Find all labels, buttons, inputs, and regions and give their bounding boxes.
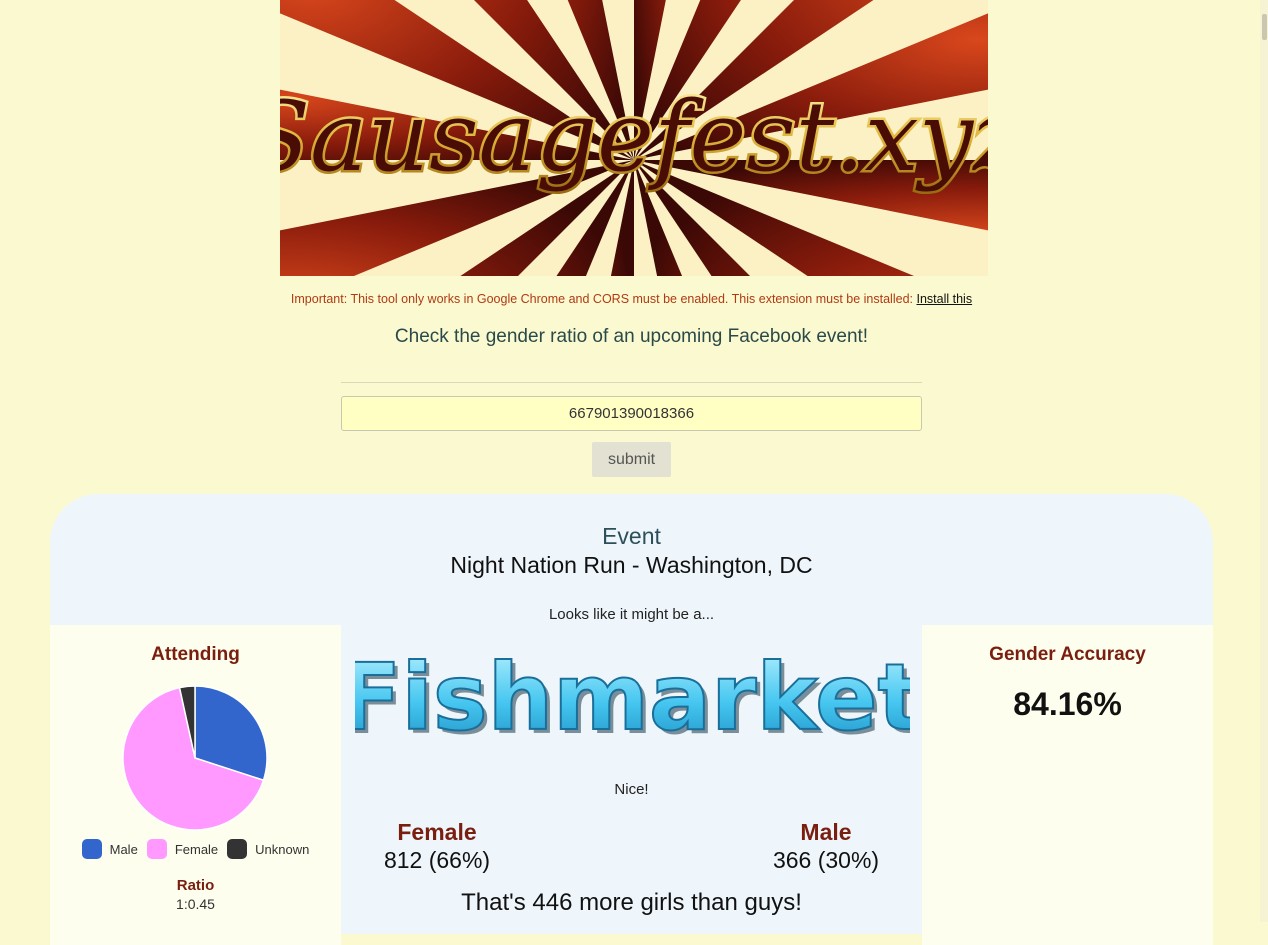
male-count: 366 (30%) bbox=[772, 847, 880, 873]
scrollbar-thumb[interactable] bbox=[1262, 14, 1267, 40]
accuracy-title: Gender Accuracy bbox=[989, 644, 1146, 665]
female-stat: Female 812 (66%) bbox=[337, 819, 537, 874]
verdict-comment: Nice! bbox=[614, 781, 649, 798]
notice-text: Important: This tool only works in Googl… bbox=[290, 292, 913, 306]
event-heading: Event bbox=[602, 523, 661, 549]
results-panel: Event Night Nation Run - Washington, DC … bbox=[50, 494, 1213, 945]
scrollbar[interactable] bbox=[1260, 0, 1268, 922]
verdict-intro: Looks like it might be a... bbox=[548, 606, 715, 623]
site-logo: Sausagefest.xyz bbox=[280, 0, 988, 276]
accuracy-value: 84.16% bbox=[1013, 686, 1122, 722]
divider bbox=[341, 382, 922, 383]
difference-summary: That's 446 more girls than guys! bbox=[461, 889, 802, 916]
legend-item-unknown: Unknown bbox=[227, 839, 309, 859]
female-count: 812 (66%) bbox=[383, 847, 491, 873]
male-label: Male bbox=[800, 819, 852, 845]
legend-item-male: Male bbox=[81, 839, 138, 859]
female-label: Female bbox=[397, 819, 477, 845]
page-tagline: Check the gender ratio of an upcoming Fa… bbox=[394, 326, 869, 347]
attending-title: Attending bbox=[151, 644, 240, 665]
legend-label-male: Male bbox=[109, 841, 138, 857]
install-extension-link[interactable]: Install this bbox=[916, 292, 972, 306]
ratio-value: 1:0.45 bbox=[176, 896, 215, 912]
logo-text: Sausagefest.xyz bbox=[280, 81, 988, 193]
male-stat: Male 366 (30%) bbox=[726, 819, 926, 874]
legend-swatch-male bbox=[81, 839, 102, 859]
accuracy-column: Gender Accuracy 84.16% bbox=[922, 625, 1213, 945]
verdict-text: Fishmarket bbox=[355, 647, 910, 751]
legend-swatch-unknown bbox=[227, 839, 248, 859]
pie-legend: Male Female Unknown bbox=[50, 839, 341, 859]
ratio-label: Ratio bbox=[176, 877, 215, 894]
browser-notice: Important: This tool only works in Googl… bbox=[0, 292, 1263, 306]
attending-column: Attending Male Female Unknown Ratio 1:0.… bbox=[50, 625, 341, 945]
legend-label-female: Female bbox=[174, 841, 219, 857]
legend-item-female: Female bbox=[146, 839, 219, 859]
verdict-logo: Fishmarket Fishmarket bbox=[355, 647, 910, 755]
legend-swatch-female bbox=[146, 839, 167, 859]
legend-label-unknown: Unknown bbox=[255, 841, 310, 857]
verdict-column: Fishmarket Fishmarket Nice! Female 812 (… bbox=[341, 625, 922, 945]
attending-pie-chart bbox=[122, 685, 268, 831]
event-id-input[interactable] bbox=[341, 396, 922, 431]
submit-button[interactable]: submit bbox=[592, 442, 671, 477]
event-name: Night Nation Run - Washington, DC bbox=[450, 552, 813, 578]
